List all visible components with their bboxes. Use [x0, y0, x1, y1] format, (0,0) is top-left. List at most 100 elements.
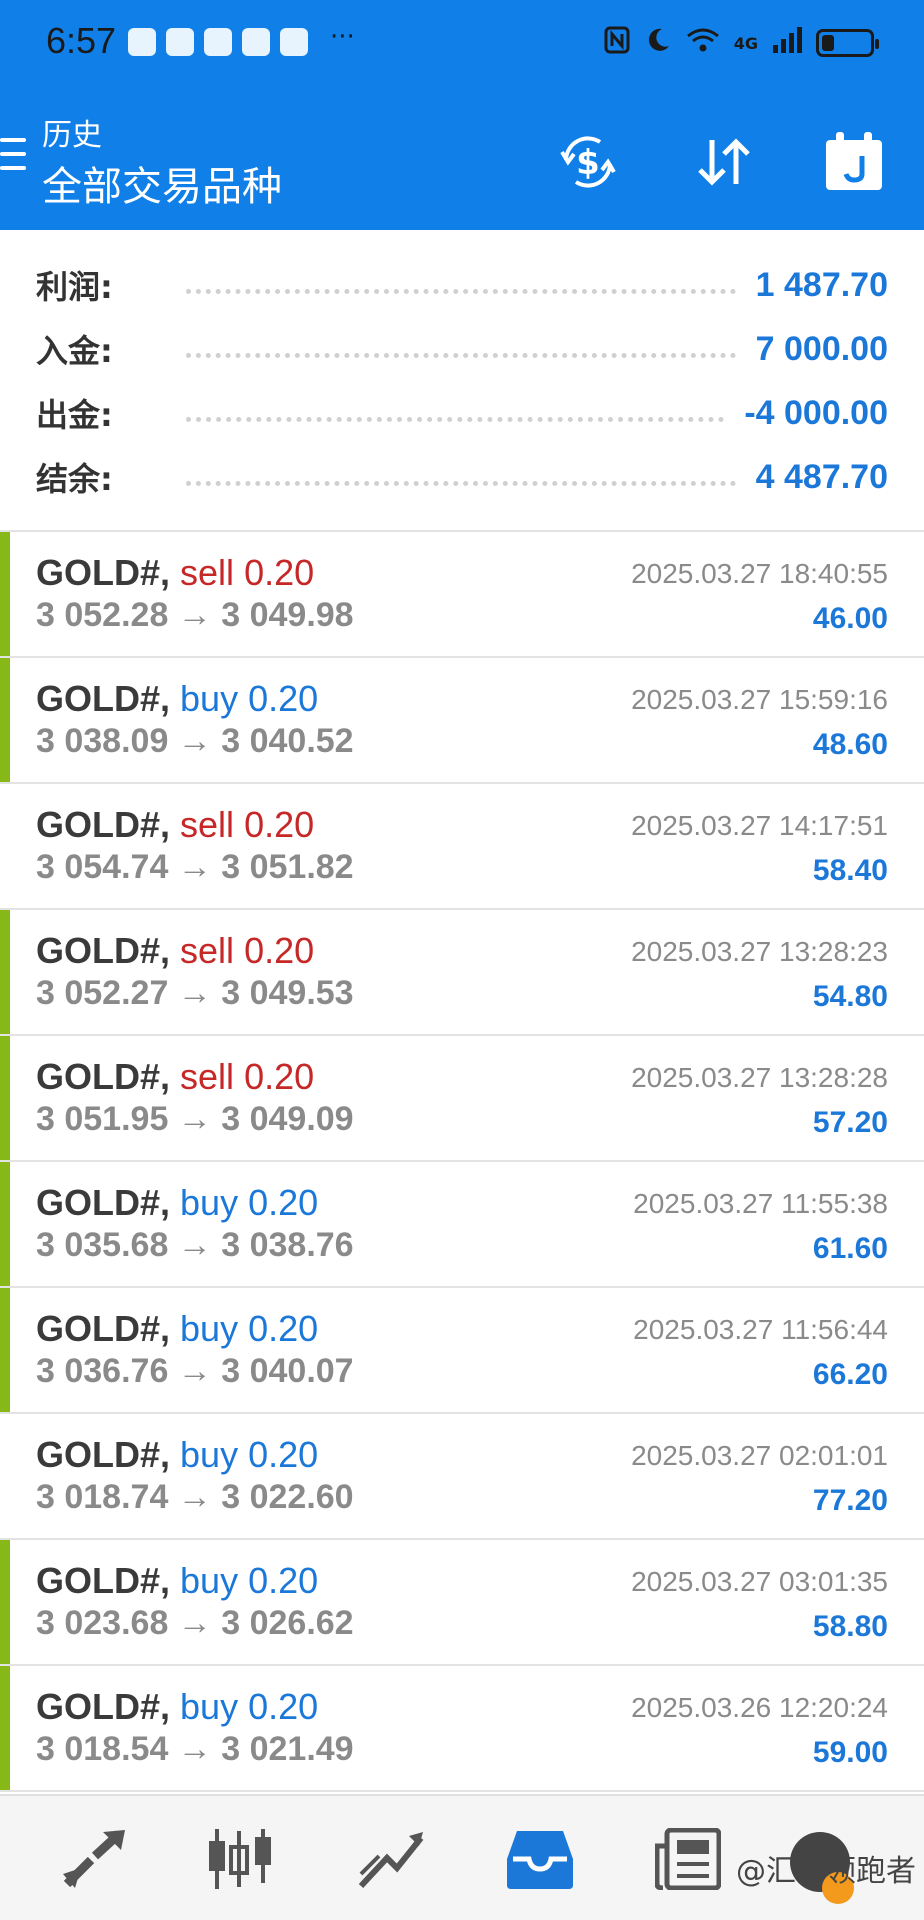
trade-row[interactable]: GOLD#, sell 0.20 3 051.95 → 3 049.09 202…	[0, 1036, 924, 1162]
trade-side: sell	[180, 1056, 235, 1097]
sort-button[interactable]	[692, 130, 756, 194]
battery-icon	[816, 29, 879, 57]
moon-icon	[644, 26, 672, 60]
trade-marker-bar	[0, 910, 10, 1034]
trade-datetime: 2025.03.27 03:01:35	[631, 1566, 888, 1597]
trade-row[interactable]: GOLD#, buy 0.20 3 036.76 → 3 040.07 2025…	[0, 1288, 924, 1414]
history-icon	[507, 1831, 573, 1889]
trade-symbol: GOLD#,	[36, 1686, 171, 1727]
summary-profit-row: 利润: 1 487.70	[36, 260, 888, 310]
trade-profit: 61.60	[812, 1232, 888, 1265]
trade-side: buy	[180, 1686, 239, 1727]
trade-side: sell	[180, 804, 235, 845]
trade-marker-bar	[0, 532, 10, 656]
currency-filter-button[interactable]: $	[556, 130, 620, 194]
quotes-icon	[63, 1830, 125, 1888]
trade-row[interactable]: GOLD#, sell 0.20 3 054.74 → 3 051.82 202…	[0, 784, 924, 910]
game-app-icon	[128, 28, 156, 56]
trade-symbol: GOLD#,	[36, 552, 171, 593]
history-summary: 利润: 1 487.70 入金: 7 000.00 出金: -4 000.00 …	[0, 230, 924, 532]
trade-row[interactable]: GOLD#, buy 0.20 3 018.74 → 3 022.60 2025…	[0, 1414, 924, 1540]
status-bar: 6:57 ··· 4G	[0, 0, 924, 86]
trade-prices: 3 052.27 → 3 049.53	[36, 974, 354, 1012]
trade-marker-bar	[0, 658, 10, 782]
dollar-refresh-icon: $	[560, 136, 616, 188]
trade-profit: 57.20	[812, 1106, 888, 1139]
dotted-leader	[186, 288, 736, 294]
trade-prices: 3 051.95 → 3 049.09	[36, 1100, 354, 1138]
trade-row[interactable]: GOLD#, buy 0.20 3 018.54 → 3 021.49 2025…	[0, 1666, 924, 1792]
nav-chart[interactable]	[200, 1824, 280, 1894]
trade-profit: 59.00	[812, 1736, 888, 1769]
trade-row[interactable]: GOLD#, buy 0.20 3 035.68 → 3 038.76 2025…	[0, 1162, 924, 1288]
status-time: 6:57	[46, 20, 117, 61]
summary-balance-row: 结余: 4 487.70	[36, 452, 888, 502]
trade-prices: 3 036.76 → 3 040.07	[36, 1352, 354, 1390]
trade-symbol-line: GOLD#, buy 0.20	[36, 1182, 318, 1224]
trade-symbol: GOLD#,	[36, 930, 171, 971]
nav-history[interactable]	[500, 1824, 580, 1894]
trade-symbol: GOLD#,	[36, 804, 171, 845]
summary-withdrawal-row: 出金: -4 000.00	[36, 388, 888, 438]
video-app-icon	[242, 28, 270, 56]
trade-symbol: GOLD#,	[36, 1308, 171, 1349]
summary-label: 利润:	[36, 268, 113, 306]
trade-icon	[358, 1832, 424, 1889]
bulb-app-icon	[166, 28, 194, 56]
trade-volume: 0.20	[244, 930, 315, 971]
trade-history-list: GOLD#, sell 0.20 3 052.28 → 3 049.98 202…	[0, 532, 924, 1792]
signal-icon	[772, 27, 802, 59]
calendar-button[interactable]	[822, 130, 886, 194]
trade-symbol: GOLD#,	[36, 1434, 171, 1475]
trade-datetime: 2025.03.26 12:20:24	[631, 1692, 888, 1723]
trade-profit: 66.20	[812, 1358, 888, 1391]
more-notifications: ···	[330, 22, 355, 52]
trade-symbol-line: GOLD#, sell 0.20	[36, 930, 314, 972]
summary-label: 出金:	[36, 396, 113, 434]
trade-row[interactable]: GOLD#, buy 0.20 3 023.68 → 3 026.62 2025…	[0, 1540, 924, 1666]
dotted-leader	[186, 480, 736, 486]
trade-row[interactable]: GOLD#, sell 0.20 3 052.27 → 3 049.53 202…	[0, 910, 924, 1036]
page-subtitle: 历史	[42, 118, 102, 153]
trade-volume: 0.20	[244, 1056, 315, 1097]
trade-symbol-line: GOLD#, buy 0.20	[36, 1434, 318, 1476]
trade-symbol-line: GOLD#, buy 0.20	[36, 1560, 318, 1602]
trade-volume: 0.20	[248, 1182, 319, 1223]
nfc-icon	[604, 26, 630, 60]
trade-symbol: GOLD#,	[36, 678, 171, 719]
trade-symbol-line: GOLD#, sell 0.20	[36, 1056, 314, 1098]
nav-trade[interactable]	[352, 1824, 432, 1894]
trade-side: sell	[180, 930, 235, 971]
nav-news[interactable]	[648, 1824, 728, 1894]
nav-quotes[interactable]	[54, 1824, 134, 1894]
summary-value: 1 487.70	[755, 265, 888, 304]
trade-prices: 3 052.28 → 3 049.98	[36, 596, 354, 634]
trade-prices: 3 035.68 → 3 038.76	[36, 1226, 354, 1264]
trade-profit: 77.20	[812, 1484, 888, 1517]
sort-arrows-icon	[698, 138, 750, 186]
page-title[interactable]: 全部交易品种	[42, 154, 282, 212]
trade-symbol: GOLD#,	[36, 1560, 171, 1601]
trade-volume: 0.20	[244, 804, 315, 845]
trade-prices: 3 023.68 → 3 026.62	[36, 1604, 354, 1642]
trade-volume: 0.20	[248, 1308, 319, 1349]
trade-symbol: GOLD#,	[36, 1056, 171, 1097]
menu-icon[interactable]	[0, 138, 26, 178]
trade-volume: 0.20	[248, 1560, 319, 1601]
trade-datetime: 2025.03.27 14:17:51	[631, 810, 888, 841]
news-icon	[655, 1828, 721, 1890]
trade-row[interactable]: GOLD#, sell 0.20 3 052.28 → 3 049.98 202…	[0, 532, 924, 658]
trade-profit: 46.00	[812, 602, 888, 635]
trade-symbol-line: GOLD#, buy 0.20	[36, 1686, 318, 1728]
network-type: 4G	[733, 33, 758, 53]
trade-row[interactable]: GOLD#, buy 0.20 3 038.09 → 3 040.52 2025…	[0, 658, 924, 784]
trade-side: buy	[180, 678, 239, 719]
trade-side: buy	[180, 1434, 239, 1475]
dotted-leader	[186, 416, 725, 422]
trade-marker-bar	[0, 1288, 10, 1412]
summary-label: 入金:	[36, 332, 113, 370]
trade-side: buy	[180, 1182, 239, 1223]
trade-datetime: 2025.03.27 15:59:16	[631, 684, 888, 715]
summary-deposit-row: 入金: 7 000.00	[36, 324, 888, 374]
trade-prices: 3 054.74 → 3 051.82	[36, 848, 354, 886]
